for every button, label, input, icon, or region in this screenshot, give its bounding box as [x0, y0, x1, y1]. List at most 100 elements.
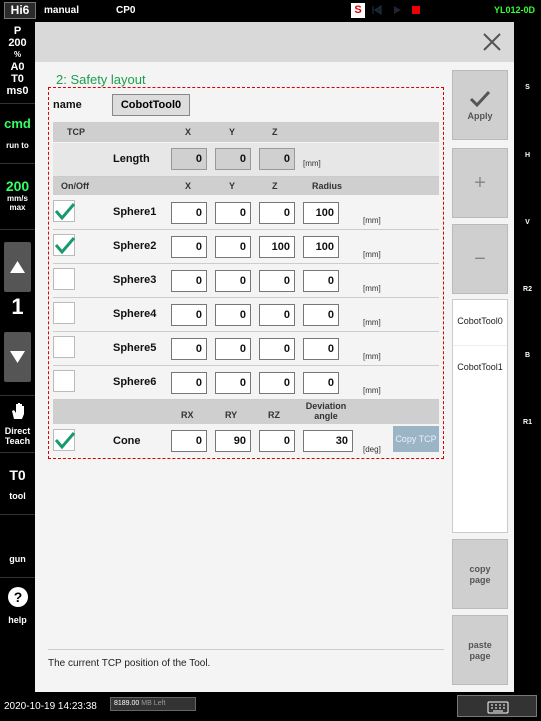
step-down-button[interactable] [4, 332, 31, 382]
tool-list-item[interactable]: CobotTool0 [453, 300, 507, 342]
controller-badge[interactable]: Hi6 [4, 2, 36, 19]
close-icon[interactable] [478, 28, 506, 56]
sphere-z-input[interactable]: 0 [259, 372, 295, 394]
sphere-y-input[interactable]: 0 [215, 202, 251, 224]
sphere-y-input[interactable]: 0 [215, 372, 251, 394]
help-icon: ? [7, 587, 28, 607]
sphere-y-input[interactable]: 0 [215, 304, 251, 326]
sphere4-checkbox[interactable] [53, 302, 75, 324]
tcp-header: TCP [67, 127, 85, 137]
sphere-x-input[interactable]: 0 [171, 372, 207, 394]
length-x-field: 0 [171, 148, 207, 170]
length-label: Length [113, 153, 150, 165]
tool-name-field[interactable]: CobotTool0 [112, 94, 190, 116]
axis-r2[interactable]: R2 [514, 286, 541, 293]
ms-value: ms0 [6, 85, 29, 97]
sphere-row: Sphere5 0 0 0 0 [mm] [53, 332, 439, 366]
axis-b[interactable]: B [514, 352, 541, 359]
sphere-label: Sphere3 [113, 274, 157, 286]
cone-rz-input[interactable]: 0 [259, 430, 295, 452]
p-label: P [13, 25, 22, 37]
help-label: help [8, 615, 27, 625]
arrow-up-icon [10, 261, 25, 273]
remove-button[interactable]: − [452, 224, 508, 294]
sphere-z-input[interactable]: 0 [259, 202, 295, 224]
sphere-x-input[interactable]: 0 [171, 270, 207, 292]
tool-button[interactable]: T0 tool [0, 459, 35, 515]
sphere-y-input[interactable]: 0 [215, 338, 251, 360]
tool-list-item[interactable]: CobotTool1 [453, 345, 507, 387]
keyboard-button[interactable] [457, 695, 537, 717]
sphere-x-input[interactable]: 0 [171, 304, 207, 326]
help-button[interactable]: ? help [0, 582, 35, 634]
sphere-z-input[interactable]: 0 [259, 304, 295, 326]
stop-icon [412, 6, 420, 14]
sphere1-checkbox[interactable] [53, 200, 76, 222]
axis-sidebar: S H V R2 B R1 [514, 22, 541, 698]
cone-ry-input[interactable]: 90 [215, 430, 251, 452]
main-header [35, 22, 514, 62]
length-z-field: 0 [259, 148, 295, 170]
cone-angle-input[interactable]: 30 [303, 430, 353, 452]
sphere-radius-input[interactable]: 0 [303, 304, 339, 326]
copy-tcp-button[interactable]: Copy TCP [393, 426, 439, 452]
sphere-radius-input[interactable]: 0 [303, 338, 339, 360]
cone-rx-input[interactable]: 0 [171, 430, 207, 452]
sphere-y-input[interactable]: 0 [215, 270, 251, 292]
sphere-x-input[interactable]: 0 [171, 338, 207, 360]
speed-button[interactable]: 200 mm/s max [0, 172, 35, 230]
sphere-radius-input[interactable]: 100 [303, 202, 339, 224]
sphere-x-input[interactable]: 0 [171, 202, 207, 224]
cone-unit: [deg] [363, 445, 381, 454]
direct-teach-label2: Teach [4, 436, 31, 446]
cmd-button[interactable]: cmd run to [0, 112, 35, 164]
sphere-z-input[interactable]: 0 [259, 338, 295, 360]
program-label: CP0 [116, 5, 136, 16]
sphere-z-input[interactable]: 100 [259, 236, 295, 258]
copy-label: copy [469, 564, 491, 574]
axis-r1[interactable]: R1 [514, 419, 541, 426]
paste-page-button[interactable]: paste page [452, 615, 508, 685]
hand-icon [11, 403, 24, 419]
sphere-z-input[interactable]: 0 [259, 270, 295, 292]
tool-value: T0 [9, 467, 26, 483]
cone-row: Cone 0 90 0 30 [deg] [53, 425, 439, 458]
sphere-row: Sphere4 0 0 0 0 [mm] [53, 298, 439, 332]
checkmark-icon [54, 203, 76, 221]
axis-h[interactable]: H [514, 152, 541, 159]
sphere-radius-input[interactable]: 100 [303, 236, 339, 258]
cone-checkbox[interactable] [53, 429, 76, 451]
arrow-down-icon [10, 351, 25, 363]
axis-v[interactable]: V [514, 219, 541, 226]
direct-teach-button[interactable]: Direct Teach [0, 395, 35, 453]
sphere-radius-input[interactable]: 0 [303, 270, 339, 292]
rz-header: RZ [268, 410, 280, 420]
step-value: 1 [11, 294, 24, 319]
sphere6-checkbox[interactable] [53, 370, 75, 392]
sphere-y-input[interactable]: 0 [215, 236, 251, 258]
copy-page-button[interactable]: copy page [452, 539, 508, 609]
deviation-label: Deviation [305, 401, 347, 411]
apply-label: Apply [467, 111, 493, 121]
gun-button[interactable]: gun [0, 522, 35, 578]
sphere2-checkbox[interactable] [53, 234, 76, 256]
sphere5-checkbox[interactable] [53, 336, 75, 358]
sphere-unit: [mm] [363, 318, 381, 327]
angle-label: angle [314, 411, 338, 421]
sphere-header-row: On/Off X Y Z Radius [53, 177, 439, 195]
left-sidebar: P 200 % A0 T0 ms0 cmd run to 200 mm/s ma… [0, 22, 35, 698]
sphere-label: Sphere2 [113, 240, 157, 252]
sphere-row: Sphere3 0 0 0 0 [mm] [53, 264, 439, 298]
paste-page-label: page [469, 651, 491, 661]
length-y-field: 0 [215, 148, 251, 170]
sphere3-checkbox[interactable] [53, 268, 75, 290]
apply-button[interactable]: Apply [452, 70, 508, 140]
step-up-button[interactable] [4, 242, 31, 292]
sphere-radius-input[interactable]: 0 [303, 372, 339, 394]
sphere-x-header: X [185, 181, 192, 191]
add-button[interactable]: + [452, 148, 508, 218]
status-block[interactable]: P 200 % A0 T0 ms0 [0, 22, 35, 104]
sphere-x-input[interactable]: 0 [171, 236, 207, 258]
deviation-header: Deviation angle [301, 401, 351, 421]
axis-s[interactable]: S [514, 84, 541, 91]
